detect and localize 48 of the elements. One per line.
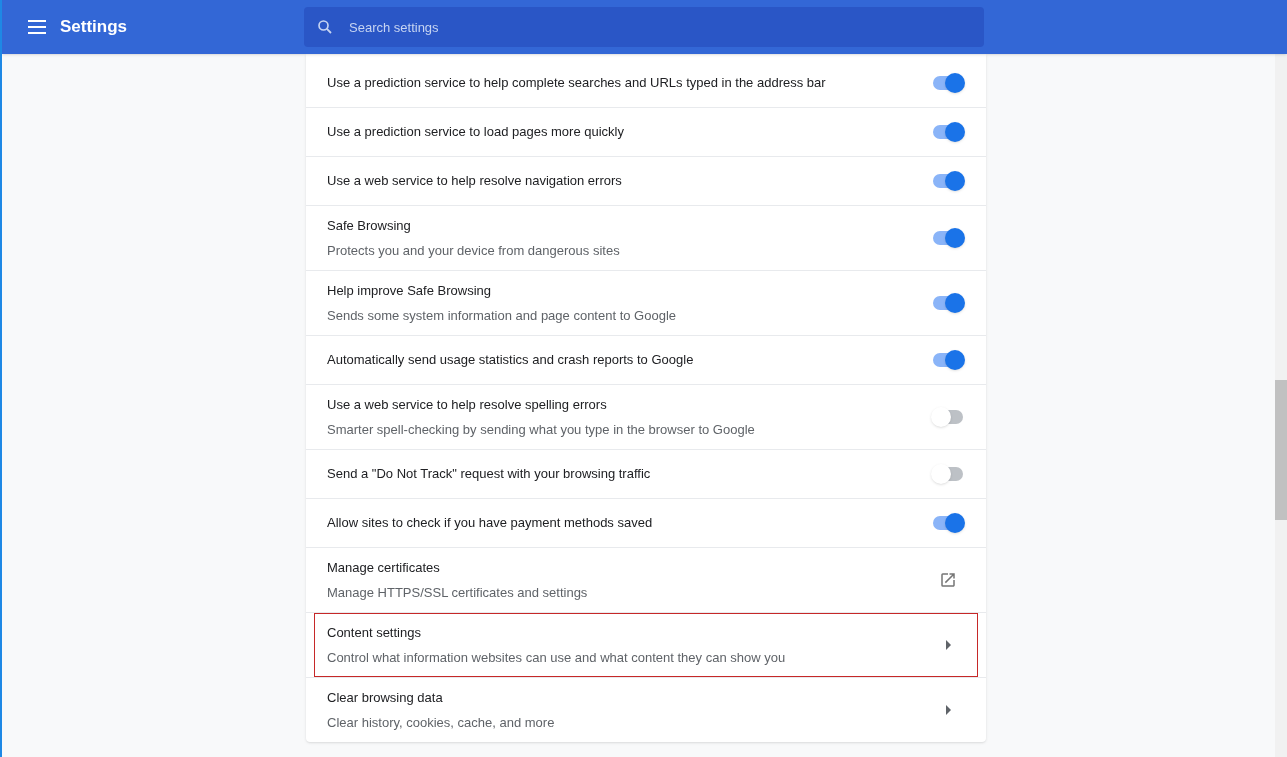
caret-right-icon[interactable] — [945, 705, 951, 715]
settings-row[interactable]: Help improve Safe Browsing Sends some system information and page content to Google — [314, 271, 978, 335]
settings-row[interactable]: Use a web service to help resolve spelling errors Smarter spell-checking by sending what you type in the browser to Google — [314, 385, 978, 449]
toggle-switch[interactable] — [931, 171, 965, 191]
row-description: Clear history, cookies, cache, and more — [327, 713, 556, 732]
settings-row[interactable]: Use a web service to help resolve navigation errors — [314, 157, 978, 205]
row-description: Protects you and your device from dangerous sites — [327, 241, 621, 260]
toggle-switch[interactable] — [931, 228, 965, 248]
toggle-switch[interactable] — [931, 122, 965, 142]
toggle-switch[interactable] — [931, 350, 965, 370]
row-title: Allow sites to check if you have payment methods saved — [327, 514, 654, 533]
row-title: Manage certificates — [327, 559, 441, 577]
settings-row[interactable]: Safe Browsing Protects you and your device from dangerous sites — [314, 206, 978, 270]
row-title: Send a "Do Not Track" request with your browsing traffic — [327, 465, 652, 484]
external-link-icon[interactable] — [939, 571, 957, 589]
toggle-switch[interactable] — [931, 407, 965, 427]
row-description: Control what information websites can use and what content they can show you — [327, 648, 787, 667]
settings-row[interactable]: Use a prediction service to help complete searches and URLs typed in the address bar — [314, 59, 978, 107]
search-field[interactable]: Search settings — [304, 7, 984, 47]
row-description: Manage HTTPS/SSL certificates and settings — [327, 583, 589, 602]
row-description: Sends some system information and page content to Google — [327, 306, 678, 325]
settings-row[interactable]: Allow sites to check if you have payment methods saved — [314, 499, 978, 547]
row-title: Use a prediction service to load pages more quickly — [327, 123, 625, 142]
settings-row[interactable]: Send a "Do Not Track" request with your browsing traffic — [314, 450, 978, 498]
settings-row[interactable]: Content settings Control what information websites can use and what content they can show you — [314, 613, 978, 677]
row-title: Help improve Safe Browsing — [327, 282, 493, 300]
toggle-switch[interactable] — [931, 513, 965, 533]
row-title: Use a prediction service to help complete searches and URLs typed in the address bar — [327, 74, 827, 93]
search-icon — [316, 18, 334, 36]
toggle-switch[interactable] — [931, 73, 965, 93]
settings-row[interactable]: Use a prediction service to load pages more quickly — [314, 108, 978, 156]
row-title: Safe Browsing — [327, 217, 412, 235]
row-title: Content settings — [327, 624, 422, 642]
row-title: Use a web service to help resolve spelling errors — [327, 396, 608, 414]
row-title: Use a web service to help resolve navigation errors — [327, 172, 623, 191]
scrollbar[interactable] — [1275, 54, 1287, 757]
settings-row[interactable]: Automatically send usage statistics and crash reports to Google — [314, 336, 978, 384]
scrollbar-thumb[interactable] — [1275, 380, 1287, 520]
caret-right-icon[interactable] — [945, 640, 951, 650]
row-title: Automatically send usage statistics and crash reports to Google — [327, 351, 695, 370]
settings-row[interactable]: Manage certificates Manage HTTPS/SSL certificates and settings — [314, 548, 978, 612]
settings-row[interactable]: Clear browsing data Clear history, cookies, cache, and more — [314, 678, 978, 742]
page-title: Settings — [60, 16, 129, 39]
row-title: Clear browsing data — [327, 689, 444, 707]
toggle-switch[interactable] — [931, 293, 965, 313]
toggle-switch[interactable] — [931, 464, 965, 484]
menu-icon[interactable] — [28, 20, 46, 34]
row-description: Smarter spell-checking by sending what you type in the browser to Google — [327, 420, 756, 439]
